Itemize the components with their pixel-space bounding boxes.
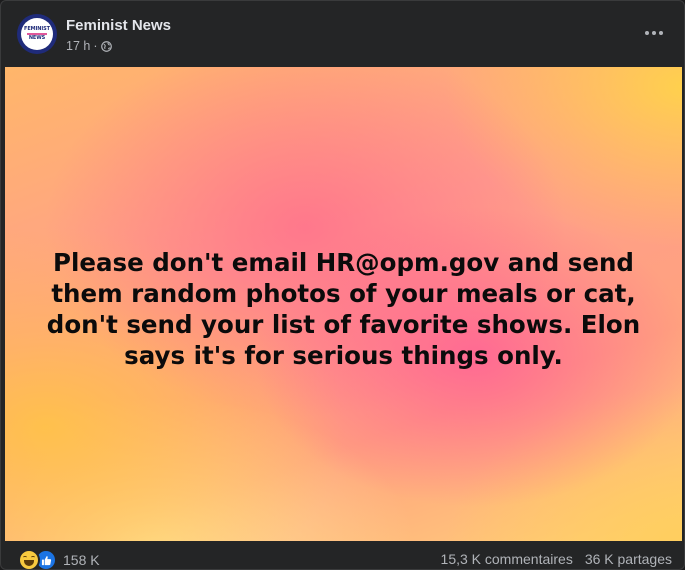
engagement-stats: 15,3 K commentaires 36 K partages [441, 551, 672, 567]
globe-icon[interactable] [100, 40, 112, 52]
post-timestamp[interactable]: 17 h [66, 39, 90, 53]
page-name-link[interactable]: Feminist News [66, 17, 171, 34]
dot-icon [659, 31, 663, 35]
dot-icon [652, 31, 656, 35]
post-header: FEMINIST NEWS Feminist News 17 h · [1, 1, 684, 67]
more-options-button[interactable] [640, 21, 668, 45]
post-text: Please don't email HR@opm.gov and send t… [46, 248, 641, 370]
post-background[interactable]: Please don't email HR@opm.gov and send t… [5, 67, 682, 541]
shares-count-link[interactable]: 36 K partages [585, 551, 672, 567]
avatar-logo-text-bottom: NEWS [28, 35, 46, 41]
reactions-summary[interactable]: 158 K [18, 549, 100, 569]
meta-separator: · [93, 39, 98, 53]
post-card: FEMINIST NEWS Feminist News 17 h · Pleas… [0, 0, 685, 570]
avatar-logo-text-top: FEMINIST [24, 26, 50, 32]
reaction-count: 158 K [63, 552, 100, 568]
comments-count-link[interactable]: 15,3 K commentaires [441, 551, 573, 567]
haha-reaction-icon [18, 549, 40, 569]
post-meta: 17 h · [66, 39, 112, 53]
post-footer: 158 K 15,3 K commentaires 36 K partages [1, 541, 684, 569]
dot-icon [645, 31, 649, 35]
page-avatar[interactable]: FEMINIST NEWS [17, 14, 57, 54]
avatar-logo: FEMINIST NEWS [21, 18, 53, 50]
